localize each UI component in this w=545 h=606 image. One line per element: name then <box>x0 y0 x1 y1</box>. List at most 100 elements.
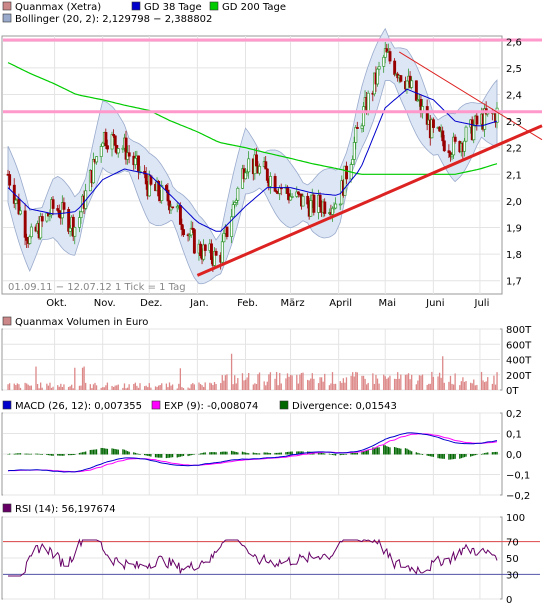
candle-body <box>362 106 366 127</box>
volume-bar <box>310 378 312 390</box>
divergence-bar <box>27 453 29 455</box>
candle-body <box>453 136 457 142</box>
candle-body <box>210 243 213 260</box>
volume-bar <box>449 375 452 390</box>
divergence-bar <box>168 454 171 458</box>
volume-bar <box>378 383 380 390</box>
divergence-bar <box>386 446 388 455</box>
divergence-bar <box>289 451 292 455</box>
divergence-bar <box>215 452 217 455</box>
volume-bar <box>285 378 287 390</box>
price-tick-label: 2,1 <box>506 170 522 181</box>
divergence-bar <box>230 450 233 455</box>
divergence-bar <box>192 454 194 455</box>
candle-body <box>258 166 262 174</box>
volume-bar <box>30 385 32 390</box>
candle-body <box>393 60 397 75</box>
divergence-bar <box>451 454 453 460</box>
divergence-bar <box>201 452 203 455</box>
candle-body <box>110 134 114 150</box>
volume-bar <box>189 388 191 390</box>
volume-bar <box>265 385 267 390</box>
volume-bar <box>60 383 62 390</box>
divergence-bar <box>345 454 348 455</box>
volume-bar <box>63 384 65 390</box>
rsi-tick-label: 50 <box>506 554 519 565</box>
divergence-bar <box>100 447 102 455</box>
volume-bar <box>483 382 486 390</box>
divergence-bar <box>275 452 278 455</box>
volume-bar <box>95 385 98 390</box>
candle-body <box>269 176 272 187</box>
volume-bar <box>36 383 39 390</box>
divergence-bar <box>128 451 130 455</box>
volume-bar <box>116 385 118 390</box>
rsi-tick-label: 100 <box>506 513 525 524</box>
divergence-bar <box>493 452 495 455</box>
divergence-bar <box>103 448 105 455</box>
divergence-bar <box>179 454 182 457</box>
volume-bar <box>201 385 203 390</box>
volume-bar <box>418 375 421 390</box>
divergence-bar <box>421 454 424 455</box>
x-tick-label: März <box>280 298 304 309</box>
macd-tick-label: 0,0 <box>506 450 522 461</box>
candle-body <box>244 172 248 180</box>
volume-bar <box>234 375 236 390</box>
volume-bar <box>471 383 473 390</box>
divergence-bar <box>16 453 19 455</box>
volume-bar <box>254 383 256 390</box>
divergence-bar <box>193 453 195 455</box>
divergence-bar <box>463 454 466 458</box>
candle-body <box>25 236 29 241</box>
divergence-bar <box>288 451 290 455</box>
candle-body <box>286 186 289 194</box>
volume-bar <box>213 382 216 390</box>
divergence-bar <box>375 447 377 455</box>
divergence-bar <box>420 453 422 455</box>
volume-bar <box>40 382 42 390</box>
divergence-bar <box>487 452 489 455</box>
volume-bar <box>277 385 279 390</box>
candle-body <box>171 206 175 209</box>
divergence-bar <box>415 452 417 455</box>
divergence-bar <box>67 454 70 456</box>
divergence-bar <box>203 452 205 455</box>
divergence-bar <box>123 449 126 455</box>
divergence-bar <box>190 454 192 456</box>
legend-label: GD 38 Tage <box>144 2 202 13</box>
divergence-bar <box>442 454 444 459</box>
divergence-bar <box>494 451 497 455</box>
volume-bar <box>296 374 298 390</box>
divergence-bar <box>57 454 59 456</box>
divergence-bar <box>154 454 157 458</box>
legend-swatch <box>279 400 289 410</box>
divergence-bar <box>344 454 346 455</box>
divergence-bar <box>92 449 95 455</box>
volume-bar <box>342 378 345 390</box>
divergence-bar <box>269 453 272 455</box>
candle-body <box>14 199 18 204</box>
divergence-bar <box>122 449 124 455</box>
volume-bar <box>74 367 76 390</box>
divergence-bar <box>187 454 189 457</box>
volume-bar <box>409 379 411 390</box>
volume-bar <box>18 384 20 390</box>
candle-body <box>464 126 468 142</box>
volume-bar <box>366 384 368 390</box>
candle-body <box>127 152 131 157</box>
volume-bar <box>266 381 268 390</box>
volume-bar <box>35 366 37 390</box>
candle-body <box>79 211 83 218</box>
volume-bar <box>232 384 234 390</box>
volume-bar <box>452 384 455 390</box>
volume-bar <box>384 376 386 390</box>
volume-bar <box>341 382 343 390</box>
volume-bar <box>117 384 119 390</box>
divergence-bar <box>78 452 81 455</box>
volume-bar <box>432 376 435 390</box>
volume-bar <box>279 372 281 390</box>
divergence-bar <box>38 453 40 455</box>
candle-body <box>247 158 251 173</box>
volume-bar <box>235 383 237 390</box>
